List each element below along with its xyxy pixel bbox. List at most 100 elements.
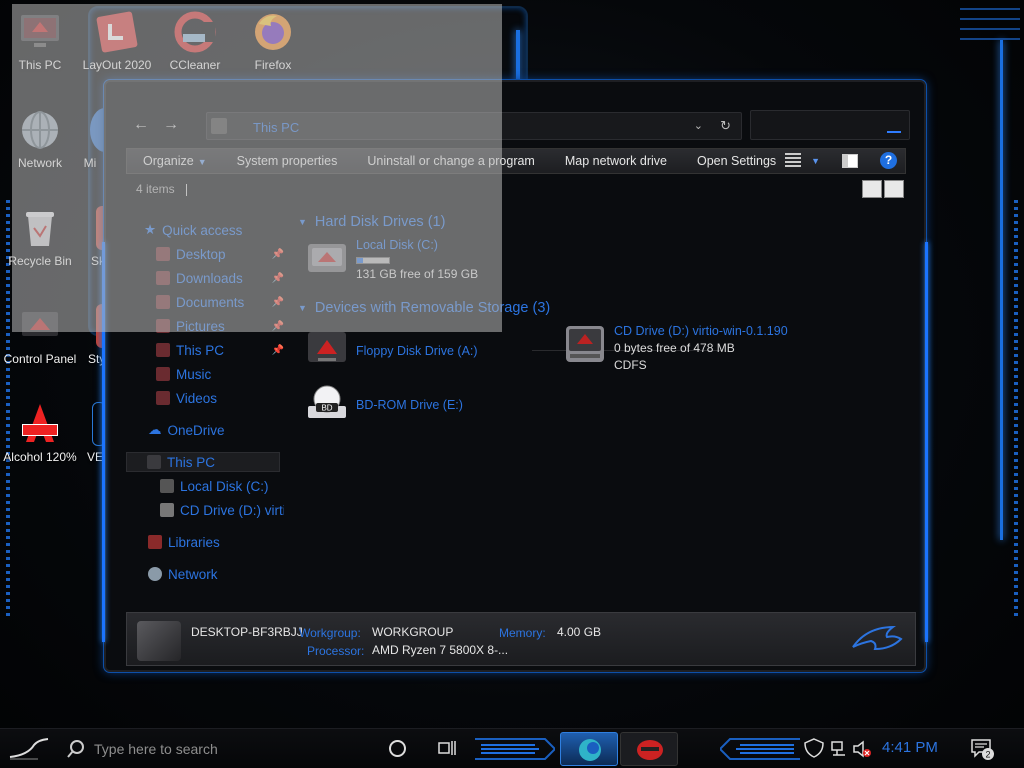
tiles-view-icon[interactable]	[884, 180, 904, 198]
uninstall-program-button[interactable]: Uninstall or change a program	[367, 154, 534, 168]
map-network-drive-button[interactable]: Map network drive	[565, 154, 667, 168]
nav-desktop[interactable]: Desktop 📌	[156, 244, 284, 264]
start-button[interactable]	[8, 737, 50, 761]
nav-quick-access[interactable]: ★ Quick access	[144, 220, 242, 240]
nav-music[interactable]: Music	[156, 364, 211, 384]
drive-name: Local Disk (C:)	[356, 238, 438, 252]
this-pc-icon	[147, 455, 161, 469]
address-bar[interactable]: This PC ⌄ ↻	[206, 112, 742, 140]
window-glow-right	[925, 242, 928, 642]
desktop-icon-this-pc[interactable]: This PC	[0, 10, 80, 72]
group-label: Devices with Removable Storage (3)	[314, 300, 551, 316]
desktop-icon-label: VE	[86, 450, 103, 464]
nav-downloads[interactable]: Downloads 📌	[156, 268, 284, 288]
pin-icon[interactable]: 📌	[272, 249, 284, 260]
computer-name: DESKTOP-BF3RBJJ	[191, 625, 303, 639]
drive-local-disk-c[interactable]: Local Disk (C:) 131 GB free of 159 GB	[304, 238, 478, 281]
pin-icon[interactable]: 📌	[272, 297, 284, 308]
status-divider	[186, 183, 188, 196]
desktop-icon-label: Control Panel	[3, 352, 77, 366]
chevron-down-icon[interactable]: ▼	[811, 156, 820, 166]
organize-button[interactable]: Organize ▼	[143, 154, 207, 168]
explorer-window[interactable]: ← → This PC ⌄ ↻ Organize ▼ System propert…	[102, 80, 928, 672]
back-button[interactable]: ←	[132, 116, 150, 134]
help-icon[interactable]: ?	[880, 152, 897, 169]
desktop-icon-firefox[interactable]: Firefox	[233, 10, 313, 72]
nav-label: Libraries	[168, 534, 220, 550]
nav-libraries[interactable]: Libraries	[148, 532, 220, 552]
rog-logo-icon	[852, 625, 903, 651]
command-bar: Organize ▼ System properties Uninstall or…	[126, 148, 906, 174]
window-glow-left	[102, 242, 105, 642]
memory-label: Memory:	[499, 626, 546, 640]
task-view-icon[interactable]	[438, 740, 456, 756]
drive-bd-rom-e[interactable]: BD BD-ROM Drive (E:)	[304, 384, 463, 424]
music-folder-icon	[156, 367, 170, 381]
group-header-removable[interactable]: ▼ Devices with Removable Storage (3)	[298, 300, 550, 316]
taskbar-search[interactable]: Type here to search	[60, 735, 370, 763]
open-settings-button[interactable]: Open Settings	[697, 154, 776, 168]
breadcrumb[interactable]: This PC	[253, 120, 299, 135]
bd-badge: BD	[321, 404, 332, 413]
this-pc-icon	[18, 10, 62, 54]
floppy-drive-icon	[308, 332, 346, 362]
nav-onedrive[interactable]: ☁ OneDrive	[148, 420, 225, 440]
cortana-icon[interactable]	[389, 740, 406, 757]
forward-button[interactable]: →	[162, 116, 180, 134]
nav-this-pc[interactable]: This PC	[126, 452, 280, 472]
chevron-down-icon[interactable]: ⌄	[694, 119, 703, 132]
taskbar-decoration	[720, 738, 800, 760]
taskbar-app-explorer[interactable]	[620, 732, 678, 766]
desktop-icon-label: LayOut 2020	[82, 58, 152, 72]
change-view-icon[interactable]	[785, 152, 802, 169]
nav-local-disk[interactable]: Local Disk (C:)	[160, 476, 269, 496]
desktop-icon-control-panel[interactable]: Control Panel	[0, 304, 80, 366]
system-clock[interactable]: 4:41 PM	[882, 739, 938, 756]
nav-cd-drive[interactable]: CD Drive (D:) virtio	[160, 500, 284, 520]
refresh-icon[interactable]: ↻	[720, 118, 731, 134]
nav-network[interactable]: Network	[148, 564, 218, 584]
security-shield-icon[interactable]	[803, 737, 825, 759]
taskbar-app-edge[interactable]	[560, 732, 618, 766]
memory-value: 4.00 GB	[557, 625, 602, 639]
desktop-icon-recycle-bin[interactable]: Recycle Bin	[0, 206, 80, 268]
organize-label: Organize	[143, 154, 194, 168]
network-status-icon[interactable]	[830, 740, 848, 758]
wallpaper-dots	[1014, 200, 1018, 620]
rog-helmet-icon	[637, 740, 663, 760]
volume-muted-icon[interactable]	[852, 740, 872, 758]
nav-pictures[interactable]: Pictures 📌	[156, 316, 284, 336]
capacity-bar	[356, 257, 390, 264]
layout-icon	[95, 10, 139, 54]
nav-label: CD Drive (D:) virtio	[180, 502, 284, 518]
nav-label: Local Disk (C:)	[180, 478, 269, 494]
nav-label: This PC	[176, 342, 225, 358]
content-area: ▼ Hard Disk Drives (1) Local Disk (C:) 13…	[292, 208, 902, 608]
toolbar-right: ▼ ?	[785, 152, 897, 169]
pin-icon[interactable]: 📌	[272, 321, 284, 332]
nav-label: Music	[176, 366, 212, 382]
pin-icon[interactable]: 📌	[272, 345, 284, 356]
desktop-icon-alcohol[interactable]: Alcohol 120%	[0, 402, 80, 464]
desktop-icon-layout[interactable]: LayOut 2020	[77, 10, 157, 72]
nav-videos[interactable]: Videos	[156, 388, 217, 408]
status-row: 4 items	[136, 180, 906, 200]
nav-this-pc-pinned[interactable]: This PC 📌	[156, 340, 284, 360]
firefox-icon	[251, 10, 295, 54]
desktop-icon-ccleaner[interactable]: CCleaner	[155, 10, 235, 72]
drive-cd-d[interactable]: CD Drive (D:) virtio-win-0.1.190 0 bytes…	[562, 324, 788, 372]
notification-center-icon[interactable]: 2	[970, 737, 994, 761]
group-header-hdd[interactable]: ▼ Hard Disk Drives (1)	[298, 214, 445, 230]
nav-documents[interactable]: Documents 📌	[156, 292, 284, 312]
search-icon	[887, 131, 901, 133]
pin-icon[interactable]: 📌	[272, 273, 284, 284]
details-view-icon[interactable]	[862, 180, 882, 198]
downloads-folder-icon	[156, 271, 170, 285]
nav-label: Pictures	[176, 318, 225, 334]
search-input[interactable]	[750, 110, 910, 140]
preview-pane-icon[interactable]	[842, 153, 858, 168]
nav-label: Quick access	[162, 222, 243, 238]
system-properties-button[interactable]: System properties	[237, 154, 338, 168]
drive-floppy-a[interactable]: Floppy Disk Drive (A:)	[304, 328, 478, 368]
workgroup-label: Workgroup:	[299, 626, 361, 640]
